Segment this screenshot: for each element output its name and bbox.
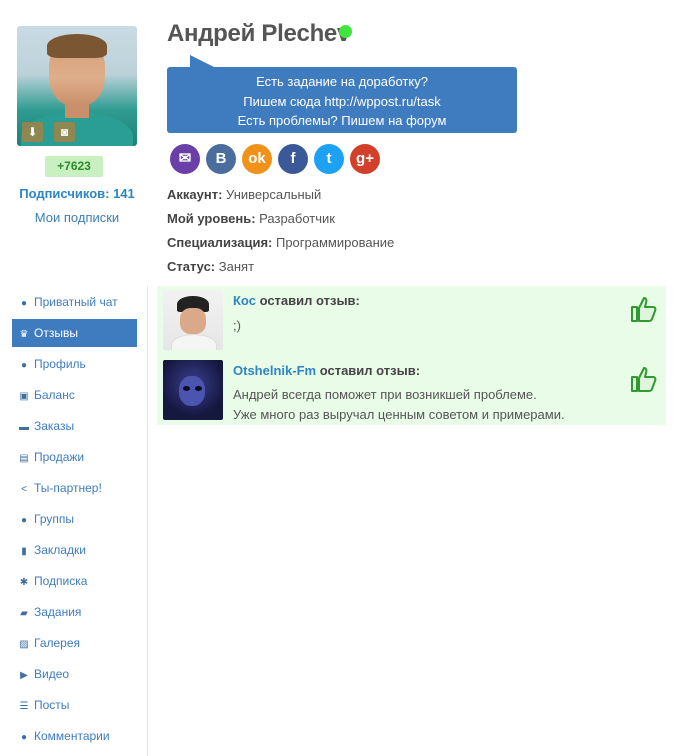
sidebar-item-label: Продажи [34,450,85,464]
book-icon: ▰ [20,608,28,619]
profile-avatar[interactable]: ⬇ ◙ [17,26,137,146]
comment-icon: ● [20,732,28,743]
sidebar-item-label: Заказы [34,419,75,433]
info-label: Аккаунт: [167,187,223,202]
posts-icon: ☰ [19,701,29,712]
twitter-icon[interactable]: t [314,144,344,174]
reviews-panel: Кос оставил отзыв: ;) Otshelnik-Fm остав… [157,286,666,425]
bookmark-icon: ▮ [21,546,27,557]
review-text: ;) [233,318,241,333]
thumbs-up-icon [631,297,657,322]
notice-line: Есть задание на доработку? [256,74,428,89]
sidebar-item-label: Приватный чат [34,295,118,309]
sidebar-item-label: Задания [34,605,82,619]
odnoklassniki-icon[interactable]: ok [242,144,272,174]
image-icon: ▨ [19,639,29,650]
camera-icon[interactable]: ◙ [54,122,75,142]
sidebar-divider [147,286,148,756]
sidebar-item[interactable]: ▤ Продажи [12,443,137,471]
sidebar-item-label: Комментарии [34,729,110,743]
trophy-icon: ♛ [19,329,29,340]
sidebar-item[interactable]: ♛ Отзывы [12,319,137,347]
reviewer-avatar[interactable] [163,290,223,350]
sidebar-item[interactable]: ● Профиль [12,350,137,378]
users-icon: ● [20,515,28,526]
review-author-link[interactable]: Otshelnik-Fm [233,363,316,378]
vk-icon[interactable]: B [206,144,236,174]
subscribers-count[interactable]: Подписчиков: 141 [0,186,154,201]
email-icon[interactable]: ✉ [170,144,200,174]
list-icon: ▤ [19,453,29,464]
sidebar-item-label: Профиль [34,357,86,371]
info-specialization: Специализация: Программирование [167,235,394,250]
sidebar-item[interactable]: ☰ Посты [12,691,137,719]
google-plus-icon[interactable]: g+ [350,144,380,174]
share-icon: < [21,484,27,495]
info-value: Программирование [275,235,395,250]
sidebar-item[interactable]: ▮ Закладки [12,536,137,564]
sidebar-item[interactable]: < Ты-партнер! [12,474,137,502]
sidebar-item-label: Подписка [34,574,88,588]
review-author-link[interactable]: Кос [233,293,256,308]
notice-line[interactable]: Пишем сюда http://wppost.ru/task [167,92,517,112]
sidebar-item[interactable]: ▣ Баланс [12,381,137,409]
download-icon[interactable]: ⬇ [22,122,43,142]
info-label: Статус: [167,259,216,274]
review-header: Otshelnik-Fm оставил отзыв: [233,363,420,378]
info-value: Занят [218,259,255,274]
reviewer-avatar[interactable] [163,360,223,420]
sidebar-item-label: Отзывы [34,326,78,340]
sidebar-item[interactable]: ▰ Задания [12,598,137,626]
sidebar-item[interactable]: ● Группы [12,505,137,533]
info-status: Статус: Занят [167,259,254,274]
online-status-icon [339,25,352,38]
info-label: Мой уровень: [167,211,256,226]
info-account: Аккаунт: Универсальный [167,187,321,202]
gear-icon: ✱ [19,577,29,588]
review-text: Уже много раз выручал ценным советом и п… [233,407,565,422]
review-suffix: оставил отзыв: [319,363,421,378]
my-subscriptions-link[interactable]: Мои подписки [0,210,154,225]
sidebar-item[interactable]: ● Комментарии [12,722,137,750]
sidebar-item[interactable]: ● Приватный чат [12,288,137,316]
review-text: Андрей всегда поможет при возникшей проб… [233,387,537,402]
info-level: Мой уровень: Разработчик [167,211,335,226]
video-icon: ▶ [20,670,28,681]
sidebar-item[interactable]: ▶ Видео [12,660,137,688]
sidebar-item-label: Закладки [34,543,86,557]
cart-icon: ▬ [19,422,29,433]
profile-name: Андрей Plechev [167,20,351,47]
sidebar-item-label: Ты-партнер! [34,481,102,495]
notice-bubble: Есть задание на доработку? Пишем сюда ht… [167,67,517,133]
sidebar-item-label: Видео [34,667,70,681]
sidebar-item-label: Группы [34,512,74,526]
chat-icon: ● [20,298,28,309]
facebook-icon[interactable]: f [278,144,308,174]
sidebar-item[interactable]: ✱ Подписка [12,567,137,595]
sidebar-item-label: Посты [34,698,70,712]
money-icon: ▣ [19,391,29,402]
notice-line[interactable]: Есть проблемы? Пишем на форум [167,111,517,131]
user-icon: ● [20,360,28,371]
sidebar-item[interactable]: ▨ Галерея [12,629,137,657]
sidebar-item-label: Галерея [34,636,81,650]
info-label: Специализация: [167,235,273,250]
review-header: Кос оставил отзыв: [233,293,360,308]
info-value: Универсальный [226,187,322,202]
review-suffix: оставил отзыв: [259,293,360,308]
info-value: Разработчик [259,211,335,226]
sidebar-item[interactable]: ▬ Заказы [12,412,137,440]
thumbs-up-icon [631,367,657,392]
rating-badge: +7623 [45,156,103,177]
sidebar-item-label: Баланс [34,388,75,402]
